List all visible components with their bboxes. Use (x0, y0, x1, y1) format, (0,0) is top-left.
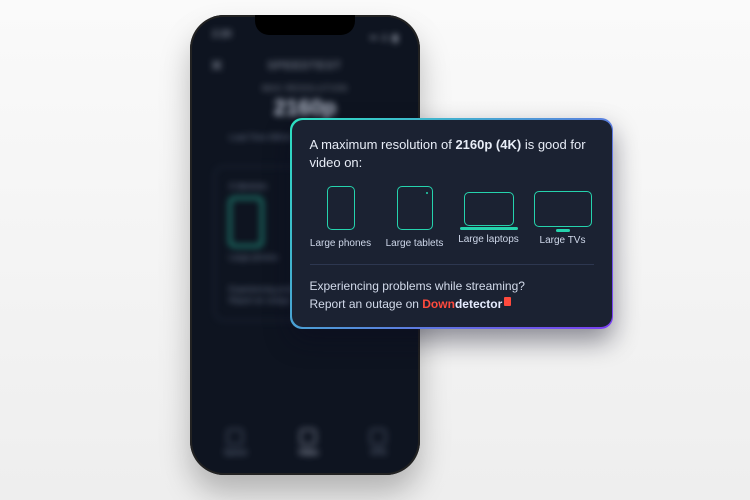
popover-footer: Experiencing problems while streaming? R… (310, 277, 594, 313)
tab-bar: Speed Video VPN (198, 429, 412, 457)
downdetector-link[interactable]: Downdetector (422, 297, 502, 311)
tv-icon (534, 191, 592, 227)
tab-vpn[interactable]: VPN (370, 429, 386, 457)
gauge-icon (227, 429, 243, 445)
device-tv: Large TVs (532, 186, 594, 251)
footer-question: Experiencing problems while streaming? (310, 277, 594, 295)
device-phone: Large phones (310, 186, 372, 251)
device-laptop: Large laptops (458, 186, 520, 251)
status-icons: •• ⏚ ▮ (370, 29, 398, 44)
status-bar: 2:20 •• ⏚ ▮ (198, 23, 412, 50)
phone-icon (327, 186, 355, 230)
divider (310, 264, 594, 265)
laptop-icon (464, 192, 514, 226)
tab-speed[interactable]: Speed (224, 429, 247, 457)
popover-lead: A maximum resolution of 2160p (4K) is go… (310, 136, 594, 172)
resolution-label: MAX RESOLUTION (198, 84, 412, 93)
metric-load-time: Load Time 580ms (229, 133, 293, 142)
resolution-popover: A maximum resolution of 2160p (4K) is go… (290, 118, 613, 329)
device-tablet: Large tablets (384, 186, 446, 251)
tab-video[interactable]: Video (298, 429, 318, 457)
downdetector-badge-icon (504, 297, 511, 306)
app-title: SPEEDTEST (268, 60, 342, 72)
device-row: Large phones Large tablets Large laptops… (310, 186, 594, 251)
play-icon (300, 429, 316, 445)
close-icon[interactable]: ✕ (210, 56, 223, 76)
status-time: 2:20 (212, 29, 231, 44)
tablet-icon (397, 186, 433, 230)
footer-report-line: Report an outage on Downdetector (310, 295, 594, 313)
phone-outline-icon (229, 197, 263, 247)
resolution-bold: 2160p (4K) (455, 137, 521, 152)
shield-icon (370, 429, 386, 445)
